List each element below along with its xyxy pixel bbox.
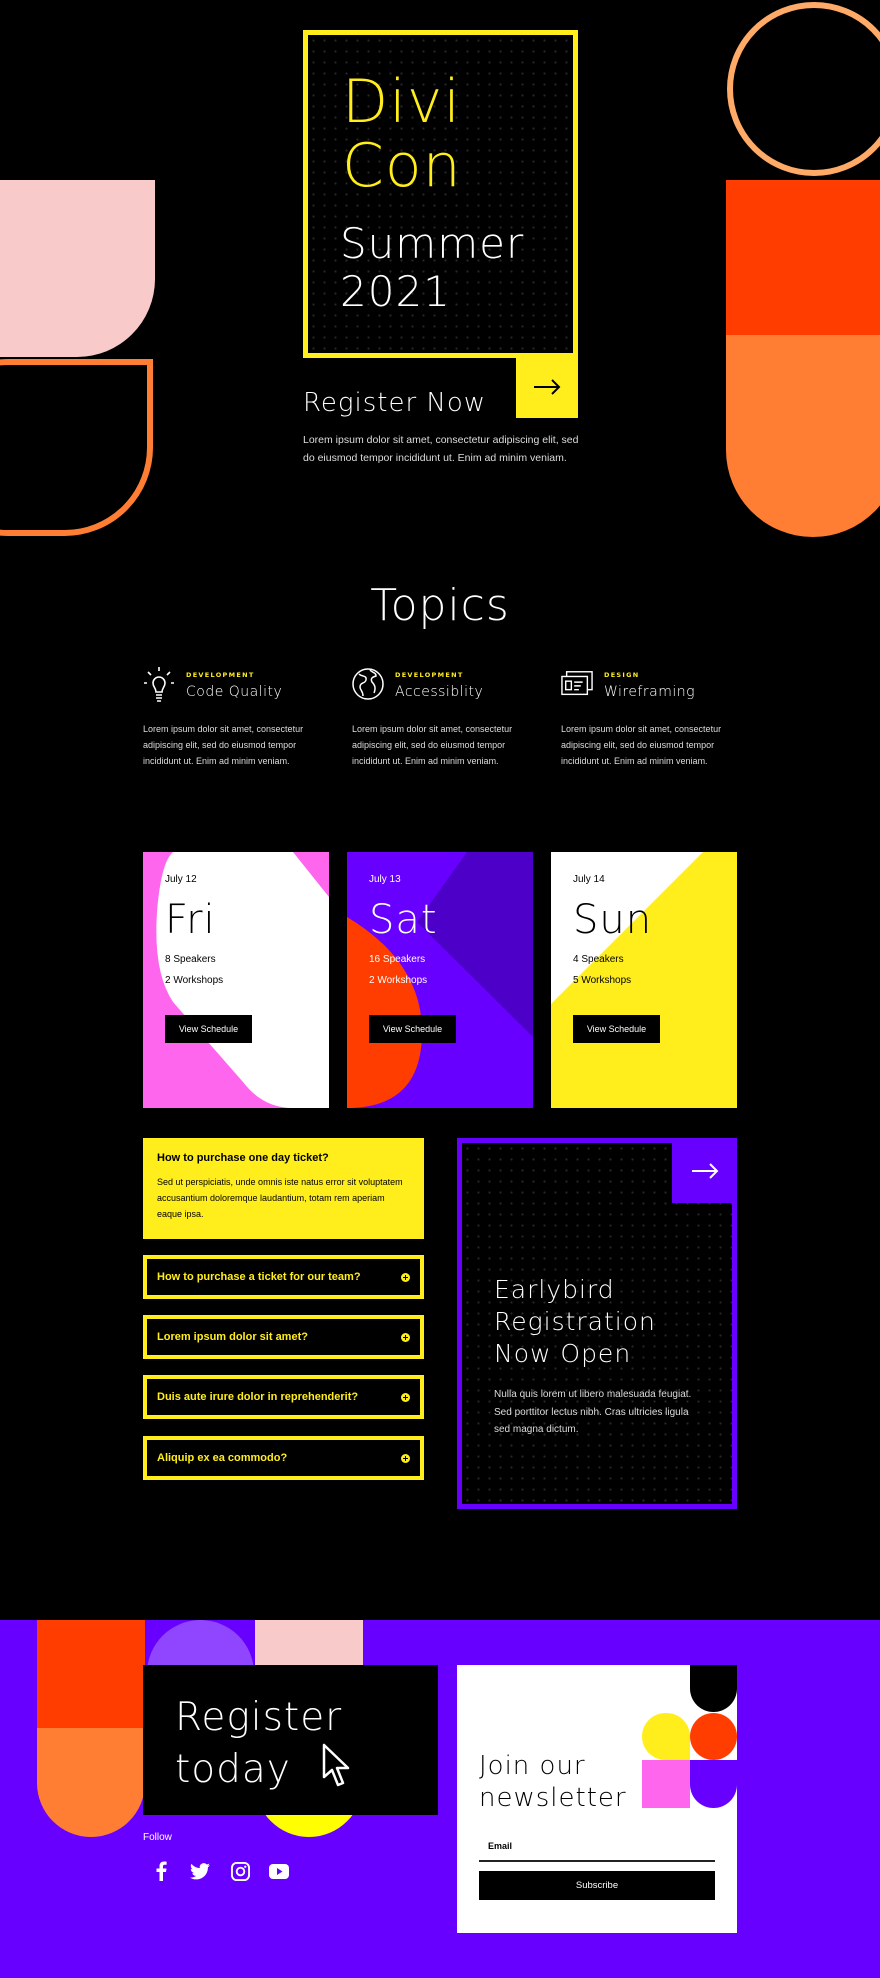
card-day: Sun [573, 897, 653, 943]
decor-red-circle [690, 1713, 737, 1760]
topic-description: Lorem ipsum dolor sit amet, consectetur … [352, 724, 513, 766]
card-workshops: 5 Workshops [573, 975, 632, 986]
earlybird-title-line1: Earlybird [494, 1275, 615, 1304]
faq-item-open[interactable]: How to purchase one day ticket? Sed ut p… [143, 1138, 424, 1239]
facebook-icon[interactable] [150, 1860, 172, 1882]
decor-red-block [726, 180, 880, 335]
faq-item[interactable]: Aliquip ex ea commodo? [143, 1436, 424, 1480]
topic-description: Lorem ipsum dolor sit amet, consectetur … [143, 724, 304, 766]
register-line2: today [175, 1747, 291, 1792]
earlybird-title-line2: Registration [494, 1307, 656, 1336]
topic-description: Lorem ipsum dolor sit amet, consectetur … [561, 724, 722, 766]
instagram-icon[interactable] [229, 1860, 251, 1882]
view-schedule-button[interactable]: View Schedule [369, 1015, 456, 1043]
hero-title: Divi Con [342, 70, 462, 198]
hero-subtitle-line2: 2021 [340, 267, 451, 316]
newsletter-title: Join our newsletter [479, 1750, 627, 1814]
register-today-text[interactable]: Register today [175, 1692, 342, 1796]
earlybird-title-line3: Now Open [494, 1339, 632, 1368]
card-workshops: 2 Workshops [165, 975, 224, 986]
register-now-link[interactable]: Register Now [303, 388, 486, 418]
card-date: July 14 [573, 874, 605, 885]
wireframe-windows-icon [561, 671, 593, 696]
card-speakers: 8 Speakers [165, 954, 216, 965]
plus-circle-icon [401, 1392, 410, 1402]
hero-title-line1: Divi [342, 67, 462, 137]
faq-item[interactable]: How to purchase a ticket for our team? [143, 1255, 424, 1299]
topic-name: Accessiblity [395, 684, 484, 700]
subscribe-button[interactable]: Subscribe [479, 1871, 715, 1900]
topics-heading: Topics [370, 580, 510, 631]
cursor-pointer-icon [322, 1743, 350, 1787]
day-card-sat: July 13 Sat 16 Speakers 2 Workshops View… [347, 852, 533, 1108]
hero-subtitle: Summer 2021 [340, 220, 524, 316]
view-schedule-button[interactable]: View Schedule [165, 1015, 252, 1043]
topic-category: DESIGN [604, 671, 640, 679]
hero-subtitle-line1: Summer [340, 219, 525, 268]
earlybird-description: Nulla quis lorem ut libero malesuada feu… [494, 1389, 692, 1435]
plus-circle-icon [401, 1272, 410, 1282]
plus-circle-icon [401, 1453, 410, 1463]
card-speakers: 16 Speakers [369, 954, 426, 965]
decor-peach-ring [727, 2, 880, 176]
hero-title-line2: Con [342, 131, 462, 201]
topic-name: Wireframing [604, 684, 696, 700]
card-date: July 13 [369, 874, 401, 885]
card-day: Fri [165, 897, 216, 943]
decor-purple-half-circle [690, 1760, 737, 1808]
decor-pink-half-circle [0, 180, 155, 357]
twitter-icon[interactable] [189, 1860, 211, 1882]
arrow-right-icon [691, 1162, 718, 1179]
faq-question: How to purchase one day ticket? [157, 1152, 329, 1164]
earlybird-title: Earlybird Registration Now Open [494, 1274, 656, 1370]
faq-answer: Sed ut perspiciatis, unde omnis iste nat… [157, 1177, 403, 1219]
topic-category: DEVELOPMENT [395, 671, 464, 679]
follow-label: Follow [143, 1832, 172, 1843]
decor-orange-outline-shape [0, 359, 153, 536]
decor-pink-square [642, 1760, 690, 1808]
register-line1: Register [175, 1695, 343, 1740]
topic-category: DEVELOPMENT [186, 671, 255, 679]
faq-question: Lorem ipsum dolor sit amet? [157, 1331, 308, 1343]
view-schedule-button[interactable]: View Schedule [573, 1015, 660, 1043]
lightbulb-icon [144, 667, 174, 702]
decor-orange-pill [726, 335, 880, 537]
arrow-right-icon [534, 378, 561, 395]
card-date: July 12 [165, 874, 197, 885]
earlybird-arrow-button[interactable] [672, 1138, 737, 1203]
decor-yellow-drop [642, 1713, 690, 1760]
youtube-icon[interactable] [268, 1860, 290, 1882]
email-input[interactable] [479, 1832, 715, 1862]
plus-circle-icon [401, 1332, 410, 1342]
faq-question: Aliquip ex ea commodo? [157, 1452, 288, 1464]
hero-description: Lorem ipsum dolor sit amet, consectetur … [303, 434, 579, 464]
decor-black-half-circle [690, 1665, 737, 1712]
card-speakers: 4 Speakers [573, 954, 624, 965]
day-card-sun: July 14 Sun 4 Speakers 5 Workshops View … [551, 852, 737, 1108]
card-day: Sat [369, 897, 438, 943]
register-arrow-button[interactable] [516, 355, 578, 418]
topic-name: Code Quality [186, 684, 283, 700]
faq-item[interactable]: Duis aute irure dolor in reprehenderit? [143, 1375, 424, 1419]
newsletter-title-line1: Join our [479, 1751, 586, 1781]
faq-question: How to purchase a ticket for our team? [157, 1271, 361, 1283]
faq-question: Duis aute irure dolor in reprehenderit? [157, 1391, 359, 1403]
globe-icon [352, 668, 384, 700]
faq-item[interactable]: Lorem ipsum dolor sit amet? [143, 1315, 424, 1359]
card-workshops: 2 Workshops [369, 975, 428, 986]
decor-orange-pill [37, 1728, 145, 1837]
day-card-fri: July 12 Fri 8 Speakers 2 Workshops View … [143, 852, 329, 1108]
decor-red-block [37, 1620, 145, 1728]
newsletter-title-line2: newsletter [479, 1783, 627, 1813]
